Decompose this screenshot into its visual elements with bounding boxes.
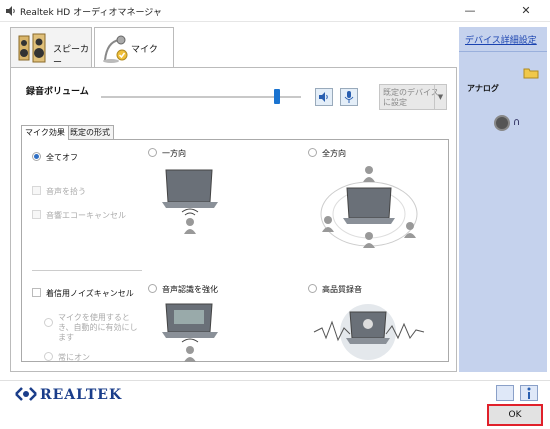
recording-volume-slider[interactable] <box>101 96 301 98</box>
close-button[interactable]: ✕ <box>510 0 542 22</box>
minimize-button[interactable]: — <box>454 0 486 22</box>
tab-microphone[interactable]: マイク <box>94 27 174 69</box>
always-on-label: 常にオン <box>58 353 90 362</box>
radio-one-direction[interactable] <box>148 148 157 157</box>
analog-jack-icon[interactable] <box>494 115 510 131</box>
all-direction-laptop-icon <box>320 166 418 248</box>
checkbox-echo-cancel[interactable] <box>32 210 41 219</box>
chevron-down-icon: ▼ <box>434 85 446 109</box>
info-button[interactable] <box>520 385 538 401</box>
microphone-tab-panel: 録音ボリューム 既定のデバイスに設定 ▼ マイク効果 既定の形式 全てオフ 音声… <box>10 67 457 372</box>
high-quality-recording-icon <box>313 304 425 360</box>
mute-button[interactable] <box>315 88 333 106</box>
volume-icon <box>319 92 328 102</box>
tab-speaker[interactable]: スピーカー <box>10 27 92 68</box>
radio-all-direction[interactable] <box>308 148 317 157</box>
noise-cancel-label: 着信用ノイズキャンセル <box>46 289 134 298</box>
language-button[interactable] <box>496 385 514 401</box>
voice-enhance-label: 音声認識を強化 <box>162 285 218 294</box>
side-divider <box>459 51 547 52</box>
recording-volume-label: 録音ボリューム <box>26 87 89 97</box>
recording-volume-thumb[interactable] <box>274 89 280 104</box>
mic-effects-panel: 全てオフ 音声を拾う 音響エコーキャンセル 着信用ノイズキャンセル マイクを使用… <box>21 139 449 362</box>
side-panel: デバイス詳細設定 アナログ ∩ <box>459 27 547 372</box>
headphone-icon: ∩ <box>513 117 521 128</box>
analog-label: アナログ <box>467 84 499 93</box>
main-panel: スピーカー マイク 録音ボリューム 既定のデバイスに設定 ▼ マイク効果 既定の… <box>10 27 457 372</box>
pick-up-voice-label: 音声を拾う <box>46 187 86 196</box>
info-icon <box>527 387 531 399</box>
microphone-icon <box>103 35 128 63</box>
radio-high-quality[interactable] <box>308 284 317 293</box>
voice-enhance-laptop-icon <box>162 303 218 362</box>
realtek-logo: REALTEK <box>12 381 122 407</box>
one-direction-label: 一方向 <box>162 149 186 158</box>
speaker-app-icon <box>6 6 15 16</box>
divider <box>32 270 142 271</box>
tab-default-format[interactable]: 既定の形式 <box>66 125 114 139</box>
one-direction-laptop-icon <box>162 169 218 234</box>
speaker-icon <box>18 33 46 63</box>
tab-microphone-label: マイク <box>131 45 158 55</box>
title-bar: Realtek HD オーディオマネージャ — ✕ <box>0 0 550 22</box>
tab-mic-effects[interactable]: マイク効果 <box>21 125 69 140</box>
all-direction-label: 全方向 <box>322 149 346 158</box>
radio-always-on[interactable] <box>44 352 53 361</box>
auto-enable-label: マイクを使用するとき、自動的に有効にします <box>58 313 138 342</box>
set-default-device-label: 既定のデバイスに設定 <box>383 88 439 107</box>
folder-icon[interactable] <box>523 67 539 79</box>
set-default-device-dropdown[interactable]: 既定のデバイスに設定 ▼ <box>379 84 447 110</box>
ok-button[interactable]: OK <box>487 404 543 426</box>
checkbox-pick-up-voice[interactable] <box>32 186 41 195</box>
advanced-settings-link[interactable]: デバイス詳細設定 <box>465 33 537 46</box>
high-quality-label: 高品質録音 <box>322 285 362 294</box>
radio-auto-enable[interactable] <box>44 318 53 327</box>
echo-cancel-label: 音響エコーキャンセル <box>46 211 126 220</box>
radio-voice-enhance[interactable] <box>148 284 157 293</box>
checkbox-noise-cancel[interactable] <box>32 288 41 297</box>
realtek-crab-icon <box>15 387 37 401</box>
mic-boost-icon <box>344 91 354 103</box>
realtek-brand-text: REALTEK <box>40 387 123 403</box>
window-title: Realtek HD オーディオマネージャ <box>20 8 162 18</box>
all-off-label: 全てオフ <box>46 153 78 162</box>
tab-speaker-label: スピーカー <box>53 45 90 68</box>
radio-all-off[interactable] <box>32 152 41 161</box>
mic-boost-button[interactable] <box>340 88 358 106</box>
